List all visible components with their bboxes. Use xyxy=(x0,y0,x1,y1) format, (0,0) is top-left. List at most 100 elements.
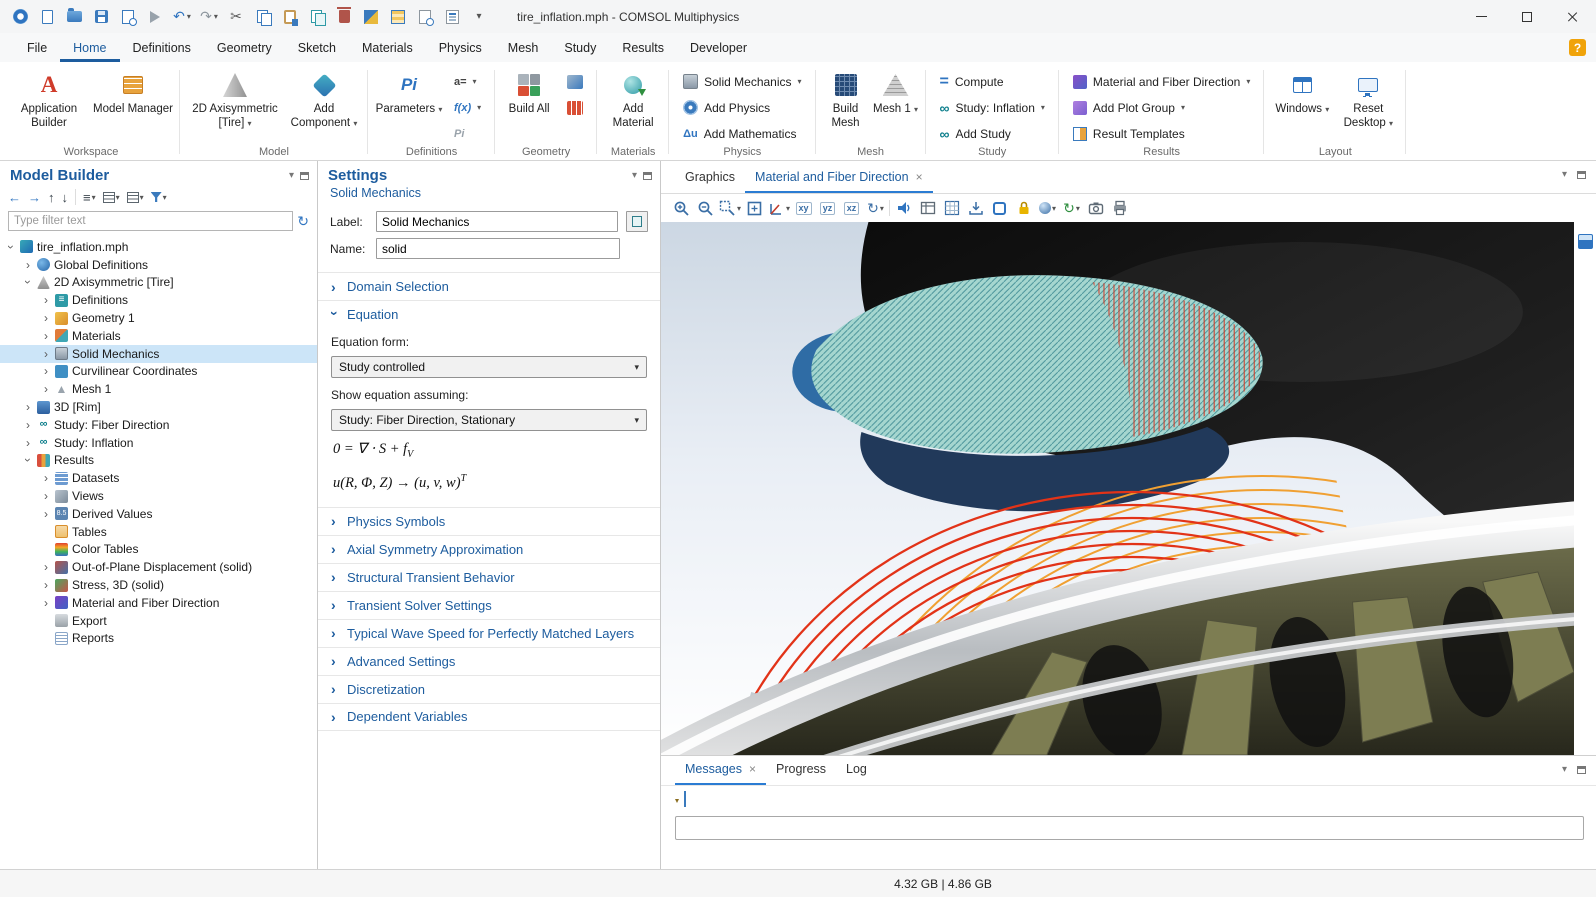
scene-light-icon[interactable] xyxy=(893,198,914,219)
add-material-button[interactable]: Add Material xyxy=(604,66,662,131)
zoom-out-icon[interactable] xyxy=(695,198,716,219)
chevron-icon[interactable]: › xyxy=(23,419,33,431)
image-snapshot-icon[interactable] xyxy=(1085,198,1106,219)
float-panel-icon[interactable] xyxy=(643,172,652,180)
chevron-icon[interactable]: › xyxy=(41,330,51,342)
refresh-filter-icon[interactable]: ↻ xyxy=(297,213,309,230)
section-transient-solver[interactable]: ›Transient Solver Settings xyxy=(318,591,660,619)
export-plot-icon[interactable] xyxy=(965,198,986,219)
section-dependent-variables[interactable]: ›Dependent Variables xyxy=(318,703,660,731)
chevron-icon[interactable]: › xyxy=(23,401,33,413)
maximize-button[interactable] xyxy=(1504,0,1550,33)
show-equation-select[interactable]: Study: Fiber Direction, Stationary▾ xyxy=(331,409,647,431)
mesh1-button[interactable]: Mesh 1 ▾ xyxy=(873,66,919,117)
tree-item-views[interactable]: ›Views xyxy=(0,487,317,505)
tree-item-geometry-1[interactable]: ›Geometry 1 xyxy=(0,309,317,327)
panel-menu-icon[interactable]: ▾ xyxy=(1562,169,1567,180)
copy-icon[interactable] xyxy=(251,4,275,30)
zoom-in-icon[interactable] xyxy=(671,198,692,219)
tree-item-color-tables[interactable]: ›Color Tables xyxy=(0,541,317,559)
transparency-icon[interactable]: ▾ xyxy=(1037,198,1058,219)
view-xy-icon[interactable]: xy xyxy=(793,198,814,219)
edit-label-button[interactable] xyxy=(626,211,648,232)
tab-graphics[interactable]: Graphics xyxy=(675,170,745,193)
tree-item-tables[interactable]: ›Tables xyxy=(0,523,317,541)
tree-item-root[interactable]: ›tire_inflation.mph xyxy=(0,238,317,256)
redo-icon[interactable]: ↷▾ xyxy=(197,4,221,30)
section-domain-selection[interactable]: ›Domain Selection xyxy=(318,272,660,300)
tree-item-datasets[interactable]: ›Datasets xyxy=(0,469,317,487)
chevron-icon[interactable]: › xyxy=(41,490,51,502)
show-menu-icon[interactable]: ≡▾ xyxy=(83,190,96,205)
parameters-button[interactable]: Pi Parameters ▾ xyxy=(375,66,443,117)
chevron-icon[interactable]: › xyxy=(5,242,17,252)
geometry-sequence-button[interactable] xyxy=(560,69,590,94)
chevron-icon[interactable]: › xyxy=(41,508,51,520)
chevron-icon[interactable]: › xyxy=(23,437,33,449)
tab-study[interactable]: Study xyxy=(551,33,609,62)
back-icon[interactable]: ← xyxy=(8,190,21,205)
delete-icon[interactable] xyxy=(332,4,356,30)
close-tab-icon[interactable]: × xyxy=(916,170,923,184)
section-equation[interactable]: ›Equation xyxy=(318,300,660,328)
section-structural-transient[interactable]: ›Structural Transient Behavior xyxy=(318,563,660,591)
chevron-icon[interactable]: › xyxy=(41,312,51,324)
add-mathematics-button[interactable]: ΔuAdd Mathematics xyxy=(676,121,808,146)
add-plot-group-button[interactable]: Add Plot Group▾ xyxy=(1066,95,1257,120)
delete-sequence-button[interactable] xyxy=(560,95,590,120)
go-to-default-view-icon[interactable]: ▾ xyxy=(768,198,790,219)
view-xz-icon[interactable]: xz xyxy=(841,198,862,219)
chevron-icon[interactable]: › xyxy=(22,277,34,287)
float-panel-icon[interactable] xyxy=(300,172,309,180)
copy-messages-icon[interactable] xyxy=(684,792,686,806)
undo-icon[interactable]: ↶▾ xyxy=(170,4,194,30)
chevron-icon[interactable]: › xyxy=(41,472,51,484)
section-advanced-settings[interactable]: ›Advanced Settings xyxy=(318,647,660,675)
tab-definitions[interactable]: Definitions xyxy=(120,33,204,62)
name-input[interactable] xyxy=(376,238,620,259)
tree-item-3d-rim[interactable]: ›3D [Rim] xyxy=(0,398,317,416)
build-all-button[interactable]: Build All xyxy=(502,66,556,117)
new-file-icon[interactable] xyxy=(35,4,59,30)
study-inflation-button[interactable]: ∞Study: Inflation▾ xyxy=(933,95,1052,120)
tree-item-reports[interactable]: ›Reports xyxy=(0,630,317,648)
tree-item-global-definitions[interactable]: ›Global Definitions xyxy=(0,256,317,274)
filter-icon[interactable]: ▾ xyxy=(151,192,167,202)
application-builder-button[interactable]: A Application Builder xyxy=(9,66,89,131)
float-panel-icon[interactable] xyxy=(1577,766,1586,774)
tree-item-derived-values[interactable]: ›8.5Derived Values xyxy=(0,505,317,523)
equation-form-select[interactable]: Study controlled▾ xyxy=(331,356,647,378)
section-axial-symmetry[interactable]: ›Axial Symmetry Approximation xyxy=(318,535,660,563)
tab-physics[interactable]: Physics xyxy=(426,33,495,62)
chevron-icon[interactable]: › xyxy=(41,348,51,360)
tree-item-out-of-plane-displacement[interactable]: ›Out-of-Plane Displacement (solid) xyxy=(0,558,317,576)
float-panel-icon[interactable] xyxy=(1577,171,1586,179)
move-up-icon[interactable]: ↑ xyxy=(48,190,55,205)
add-physics-button[interactable]: Add Physics xyxy=(676,95,808,120)
chevron-icon[interactable]: › xyxy=(41,294,51,306)
move-down-icon[interactable]: ↓ xyxy=(62,190,69,205)
view-yz-icon[interactable]: yz xyxy=(817,198,838,219)
tab-log[interactable]: Log xyxy=(836,762,877,785)
tab-results[interactable]: Results xyxy=(609,33,677,62)
section-discretization[interactable]: ›Discretization xyxy=(318,675,660,703)
close-button[interactable] xyxy=(1550,0,1596,33)
label-input[interactable] xyxy=(376,211,618,232)
model-manager-button[interactable]: Model Manager xyxy=(93,66,173,117)
panel-menu-icon[interactable]: ▾ xyxy=(632,170,637,181)
tab-file[interactable]: File xyxy=(14,33,60,62)
compute-button[interactable]: =Compute xyxy=(933,69,1052,94)
tree-item-mesh-1[interactable]: ›▲Mesh 1 xyxy=(0,380,317,398)
tree-item-export[interactable]: ›Export xyxy=(0,612,317,630)
show-table-icon[interactable] xyxy=(917,198,938,219)
run-icon[interactable] xyxy=(143,4,167,30)
build-mesh-button[interactable]: Build Mesh xyxy=(823,66,869,131)
variables-button[interactable]: a=▾ xyxy=(447,69,488,94)
collapse-expand-icon[interactable]: ▾ xyxy=(127,192,144,203)
print-icon[interactable] xyxy=(1109,198,1130,219)
messages-content[interactable] xyxy=(675,816,1584,840)
solid-mechanics-select-button[interactable]: Solid Mechanics▾ xyxy=(676,69,808,94)
select-box-icon[interactable] xyxy=(989,198,1010,219)
show-grid-icon[interactable] xyxy=(941,198,962,219)
chevron-icon[interactable]: › xyxy=(41,579,51,591)
